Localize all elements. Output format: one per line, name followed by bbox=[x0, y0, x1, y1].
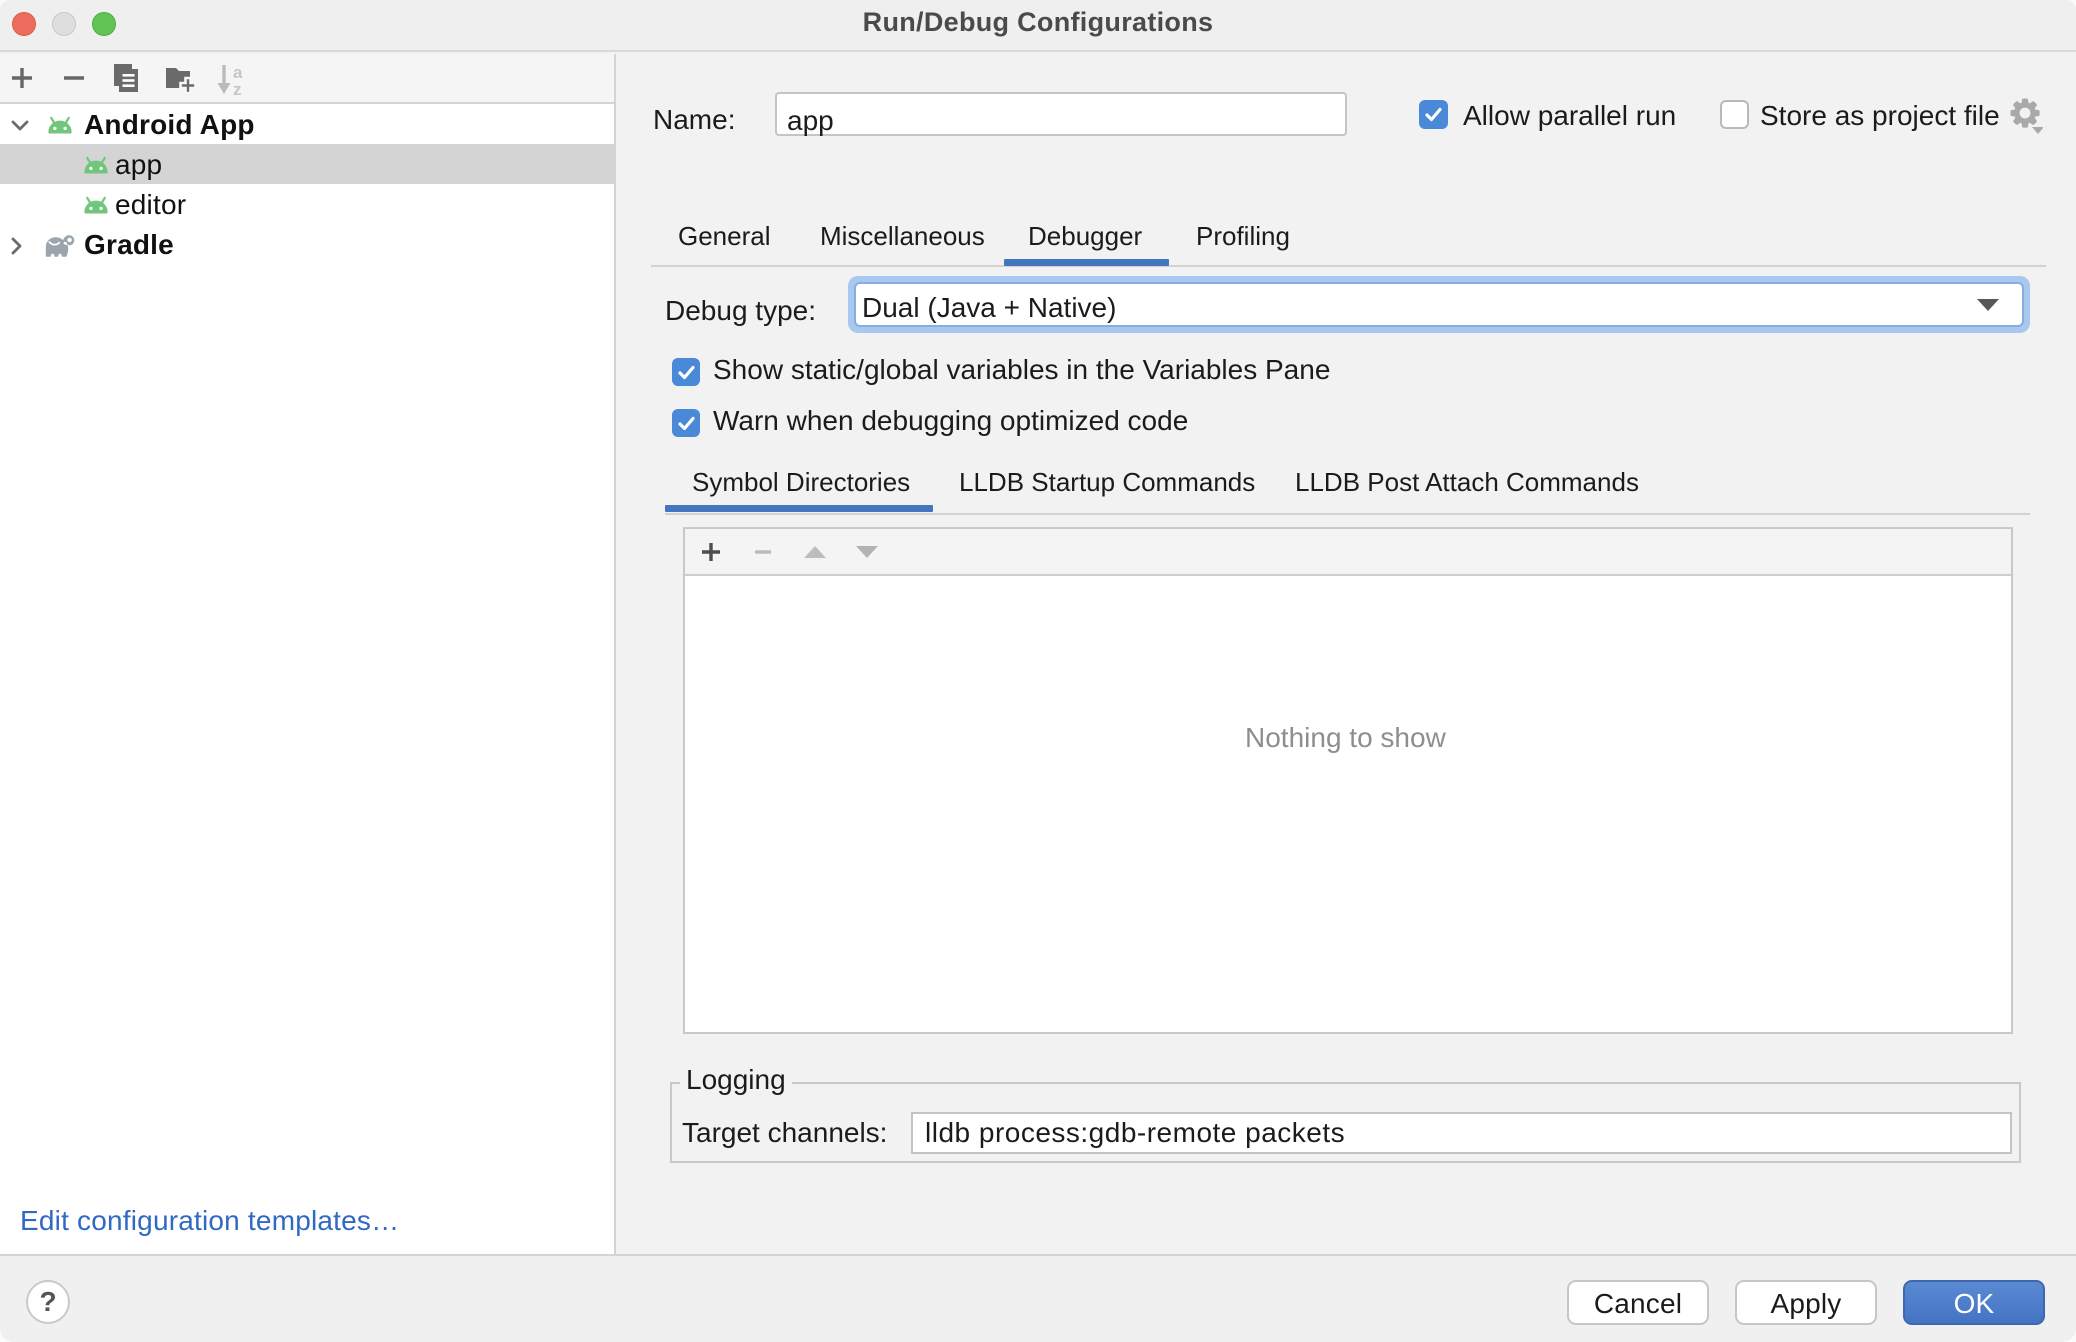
svg-text:z: z bbox=[233, 80, 242, 96]
